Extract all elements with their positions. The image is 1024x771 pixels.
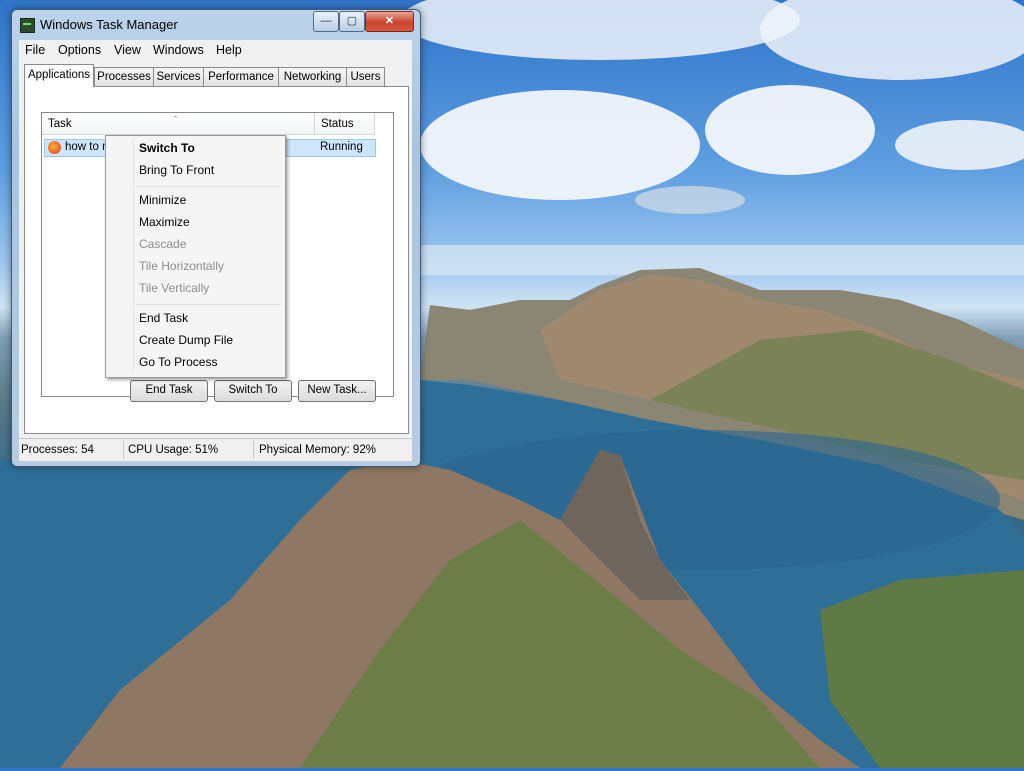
tab-performance[interactable]: Performance xyxy=(203,67,279,86)
menu-item-tile-vertically: Tile Vertically xyxy=(139,281,210,295)
menu-item-tile-horizontally: Tile Horizontally xyxy=(139,259,224,273)
menu-options[interactable]: Options xyxy=(58,43,101,57)
menu-help[interactable]: Help xyxy=(216,43,242,57)
close-button[interactable]: ✕ xyxy=(365,11,414,32)
column-header-task[interactable]: Task ˆ xyxy=(42,113,315,135)
column-task-label: Task xyxy=(48,118,72,130)
menu-item-end-task[interactable]: End Task xyxy=(139,311,188,325)
menu-item-bring-to-front[interactable]: Bring To Front xyxy=(139,163,214,177)
menu-item-maximize[interactable]: Maximize xyxy=(139,215,190,229)
tab-users[interactable]: Users xyxy=(346,67,385,86)
physical-memory: Physical Memory: 92% xyxy=(259,444,376,456)
status-divider xyxy=(253,441,254,459)
menu-bar: File Options View Windows Help xyxy=(19,40,412,61)
end-task-button[interactable]: End Task xyxy=(130,380,208,402)
task-manager-icon xyxy=(20,18,35,33)
status-bar: Processes: 54 CPU Usage: 51% Physical Me… xyxy=(19,438,412,461)
new-task-button[interactable]: New Task... xyxy=(298,380,376,402)
tab-services[interactable]: Services xyxy=(153,67,204,86)
firefox-icon xyxy=(48,141,61,154)
menu-item-create-dump-file[interactable]: Create Dump File xyxy=(139,333,233,347)
menu-separator xyxy=(135,304,281,305)
menu-item-go-to-process[interactable]: Go To Process xyxy=(139,355,217,369)
tab-applications[interactable]: Applications xyxy=(24,64,94,87)
window-title: Windows Task Manager xyxy=(40,17,178,32)
menu-item-switch-to[interactable]: Switch To xyxy=(139,141,195,155)
title-bar[interactable]: Windows Task Manager — ▢ ✕ xyxy=(12,10,420,40)
menu-file[interactable]: File xyxy=(25,43,45,57)
tab-networking[interactable]: Networking xyxy=(278,67,347,86)
processes-count: Processes: 54 xyxy=(21,444,94,456)
menu-windows[interactable]: Windows xyxy=(153,43,204,57)
status-divider xyxy=(123,441,124,459)
minimize-button[interactable]: — xyxy=(313,11,339,32)
column-header-status[interactable]: Status xyxy=(315,113,375,135)
maximize-button[interactable]: ▢ xyxy=(339,11,365,32)
tab-processes[interactable]: Processes xyxy=(94,67,154,86)
switch-to-button[interactable]: Switch To xyxy=(214,380,292,402)
sort-caret-icon: ˆ xyxy=(174,115,177,125)
menu-separator xyxy=(135,186,281,187)
menu-item-cascade: Cascade xyxy=(139,237,187,251)
cpu-usage: CPU Usage: 51% xyxy=(128,444,219,456)
menu-item-minimize[interactable]: Minimize xyxy=(139,193,186,207)
task-status: Running xyxy=(320,141,363,153)
menu-view[interactable]: View xyxy=(114,43,141,57)
context-menu: Switch To Bring To Front Minimize Maximi… xyxy=(105,135,286,378)
